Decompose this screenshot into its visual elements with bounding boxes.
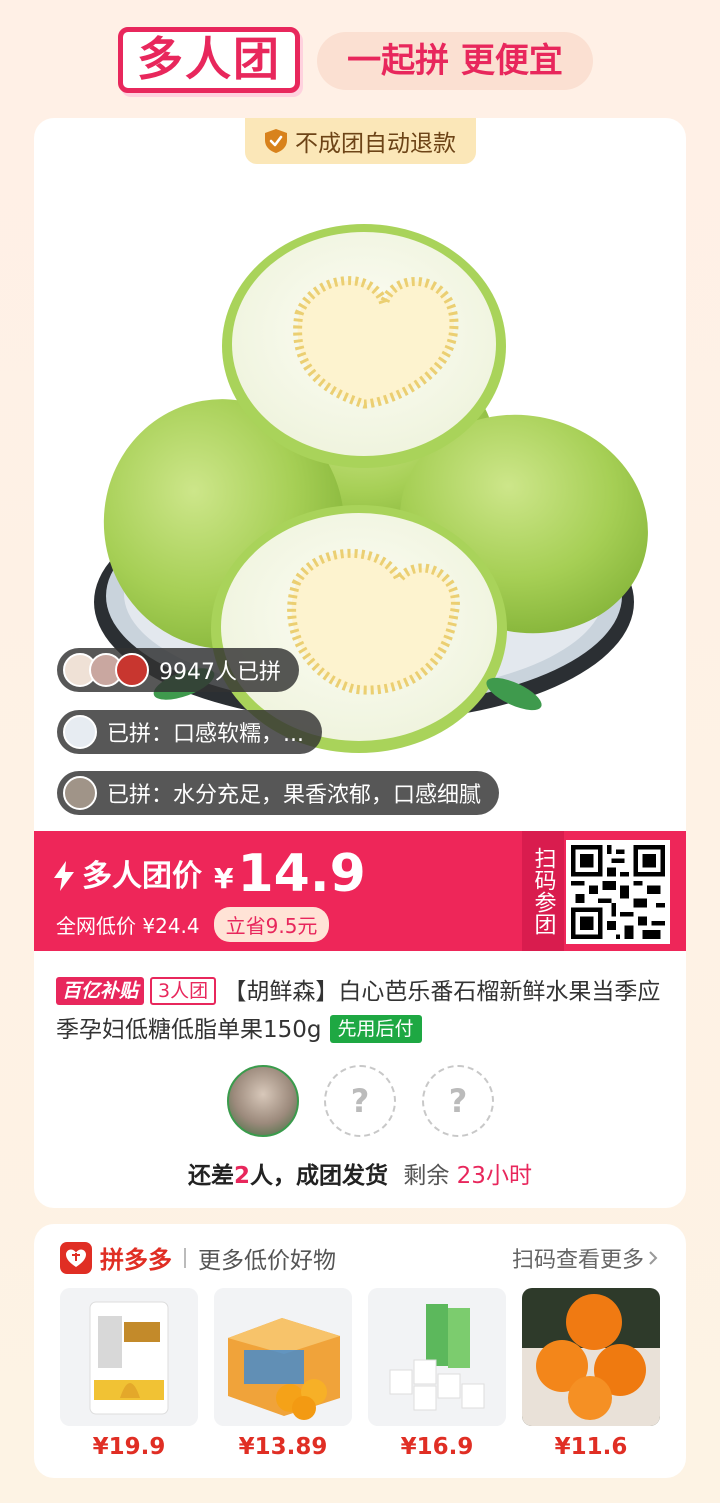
refund-badge: 不成团自动退款 (245, 118, 476, 164)
group-price-label: 多人团价 (82, 859, 202, 894)
goods-price: ¥13.89 (238, 1434, 328, 1460)
orange-box-icon (214, 1288, 352, 1426)
joined-count-text: 9947人已拼 (159, 660, 281, 685)
review-bubble: 已拼：水分充足，果香浓郁，口感细腻 (57, 771, 500, 815)
price-band: 多人团价 ¥ 14.9 全网低价 ¥24.4 立省9.5元 扫码参团 (34, 831, 686, 951)
goods-list: ¥19.9 ¥13.89 ¥16.9 ¥11.6 (60, 1288, 660, 1468)
tissue-rolls-icon (368, 1288, 506, 1426)
qr-code[interactable] (566, 840, 670, 944)
currency-symbol: ¥ (214, 862, 234, 895)
subsidy-tag: 百亿补贴 (56, 977, 145, 1005)
goods-thumb (214, 1288, 352, 1426)
qr-code-icon (571, 845, 665, 939)
more-goods-header: 拼多多 更多低价好物 (60, 1240, 336, 1275)
refund-badge-label: 不成团自动退款 (295, 131, 456, 157)
status-suffix: 人，成团发货 (250, 1163, 389, 1189)
group-status: 还差2人，成团发货 剩余 23小时 (34, 1156, 686, 1190)
save-pill: 立省9.5元 (213, 907, 330, 942)
scan-join-label[interactable]: 扫码参团 (522, 831, 564, 951)
pinduoduo-name: 拼多多 (100, 1246, 172, 1274)
slogan: 一起拼 更便宜 (317, 32, 593, 90)
goods-thumb (368, 1288, 506, 1426)
price-value: 14.9 (237, 844, 366, 904)
goods-item[interactable]: ¥13.89 (214, 1288, 352, 1460)
goods-price: ¥11.6 (554, 1434, 628, 1460)
flour-bag-icon (60, 1288, 198, 1426)
more-goods-subtitle: 更多低价好物 (198, 1247, 336, 1274)
review-text: 已拼：口感软糯，... (107, 722, 304, 747)
avatar (63, 776, 97, 810)
review-text: 已拼：水分充足，果香浓郁，口感细腻 (107, 783, 482, 808)
shield-check-icon (265, 129, 287, 153)
goods-thumb (522, 1288, 660, 1426)
divider (184, 1247, 186, 1268)
pinduoduo-logo-icon (60, 1241, 92, 1274)
chevron-right-icon (649, 1251, 658, 1265)
member-avatar (227, 1065, 299, 1137)
product-title[interactable]: 百亿补贴 3人团 【胡鲜森】白心芭乐番石榴新鲜水果当季应季孕妇低糖低脂单果150g… (56, 973, 668, 1049)
empty-member-slot: ? (324, 1065, 396, 1137)
group-members: ? ? (34, 1063, 686, 1137)
remaining-label: 剩余 (403, 1163, 450, 1189)
pay-later-tag: 先用后付 (329, 1015, 422, 1043)
empty-member-slot: ? (422, 1065, 494, 1137)
goods-price: ¥19.9 (92, 1434, 166, 1460)
remaining-time: 23小时 (456, 1163, 532, 1189)
review-bubble: 已拼：口感软糯，... (57, 710, 322, 754)
price-sub: 全网低价 ¥24.4 立省9.5元 (56, 907, 330, 942)
scan-more-link[interactable]: 扫码查看更多 (512, 1242, 658, 1274)
avatar (115, 653, 149, 687)
status-count: 2 (234, 1163, 251, 1189)
avatar (63, 715, 97, 749)
brand-title: 多人团 (118, 27, 300, 93)
more-goods-card: 拼多多 更多低价好物 扫码查看更多 ¥19.9 ¥13.89 ¥16.9 ¥11… (34, 1224, 686, 1478)
group-size-tag: 3人团 (150, 977, 217, 1005)
status-prefix: 还差 (188, 1163, 235, 1189)
goods-item[interactable]: ¥19.9 (60, 1288, 198, 1460)
joined-count-bubble: 9947人已拼 (57, 648, 299, 692)
top-header: 多人团 一起拼 更便宜 (0, 0, 720, 118)
lightning-icon (54, 861, 74, 891)
goods-thumb (60, 1288, 198, 1426)
goods-item[interactable]: ¥16.9 (368, 1288, 506, 1460)
goods-price: ¥16.9 (400, 1434, 474, 1460)
avatar-stack (63, 653, 149, 687)
group-price: 多人团价 ¥ 14.9 (54, 845, 366, 903)
oranges-icon (522, 1288, 660, 1426)
goods-item[interactable]: ¥11.6 (522, 1288, 660, 1460)
lowest-price: 全网低价 ¥24.4 (56, 914, 200, 938)
product-card: 不成团自动退款 9947人已拼 已拼：口感软糯，... 已拼：水分充足，果香浓郁… (34, 118, 686, 1208)
